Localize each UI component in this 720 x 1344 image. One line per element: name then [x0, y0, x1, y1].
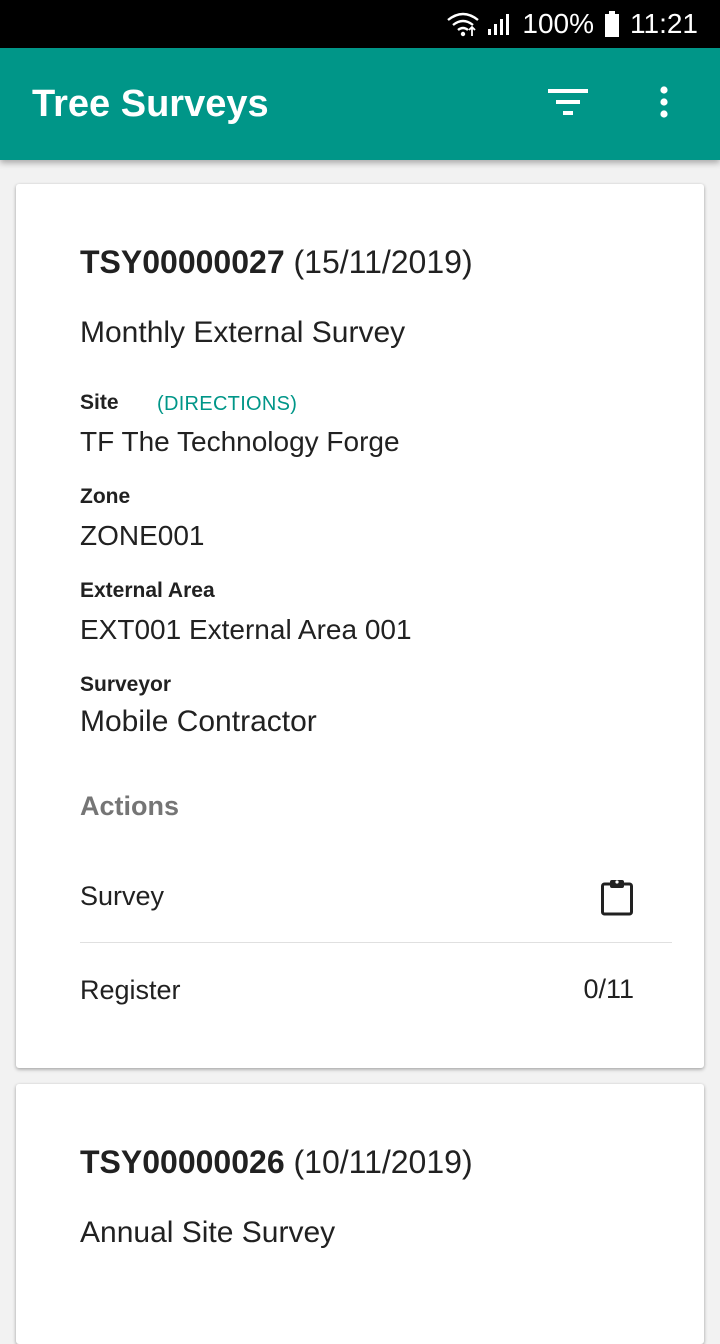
register-count: 0/11 [583, 974, 634, 1004]
survey-name: Annual Site Survey [80, 1216, 336, 1249]
clipboard-icon[interactable] [600, 878, 634, 921]
survey-id: TSY00000027 [80, 244, 285, 280]
app-bar: Tree Surveys [0, 48, 720, 160]
more-options-button[interactable] [632, 72, 696, 136]
surveyor-value: Mobile Contractor [80, 705, 317, 738]
status-icons [446, 11, 512, 37]
survey-date: (10/11/2019) [293, 1144, 473, 1180]
site-value: TF The Technology Forge [80, 426, 400, 457]
more-vert-icon [659, 85, 669, 123]
page-title: Tree Surveys [32, 82, 269, 125]
signal-icon [486, 11, 512, 37]
survey-header: TSY00000026 (10/11/2019) [80, 1144, 473, 1181]
survey-name: Monthly External Survey [80, 316, 406, 349]
site-label: Site [80, 391, 119, 414]
filter-button[interactable] [536, 72, 600, 136]
directions-link[interactable]: (DIRECTIONS) [157, 393, 297, 416]
external-area-label: External Area [80, 579, 215, 602]
survey-action-label: Survey [80, 881, 165, 911]
zone-label: Zone [80, 485, 131, 508]
survey-date: (15/11/2019) [293, 244, 473, 280]
survey-card[interactable]: TSY00000027 (15/11/2019) Monthly Externa… [16, 184, 704, 1068]
wifi-icon [446, 11, 480, 37]
survey-id: TSY00000026 [80, 1144, 285, 1180]
external-area-value: EXT001 External Area 001 [80, 614, 412, 645]
divider [80, 942, 672, 943]
status-bar: 100% 11:21 [0, 0, 720, 48]
filter-icon [547, 87, 589, 122]
surveyor-label: Surveyor [80, 673, 172, 696]
battery-icon [604, 10, 620, 38]
zone-value: ZONE001 [80, 520, 205, 551]
clock: 11:21 [630, 8, 698, 39]
battery-percent: 100% [522, 8, 594, 39]
actions-heading: Actions [80, 791, 180, 821]
register-label: Register [80, 975, 181, 1005]
survey-card[interactable]: TSY00000026 (10/11/2019) Annual Site Sur… [16, 1084, 704, 1344]
survey-header: TSY00000027 (15/11/2019) [80, 244, 473, 281]
